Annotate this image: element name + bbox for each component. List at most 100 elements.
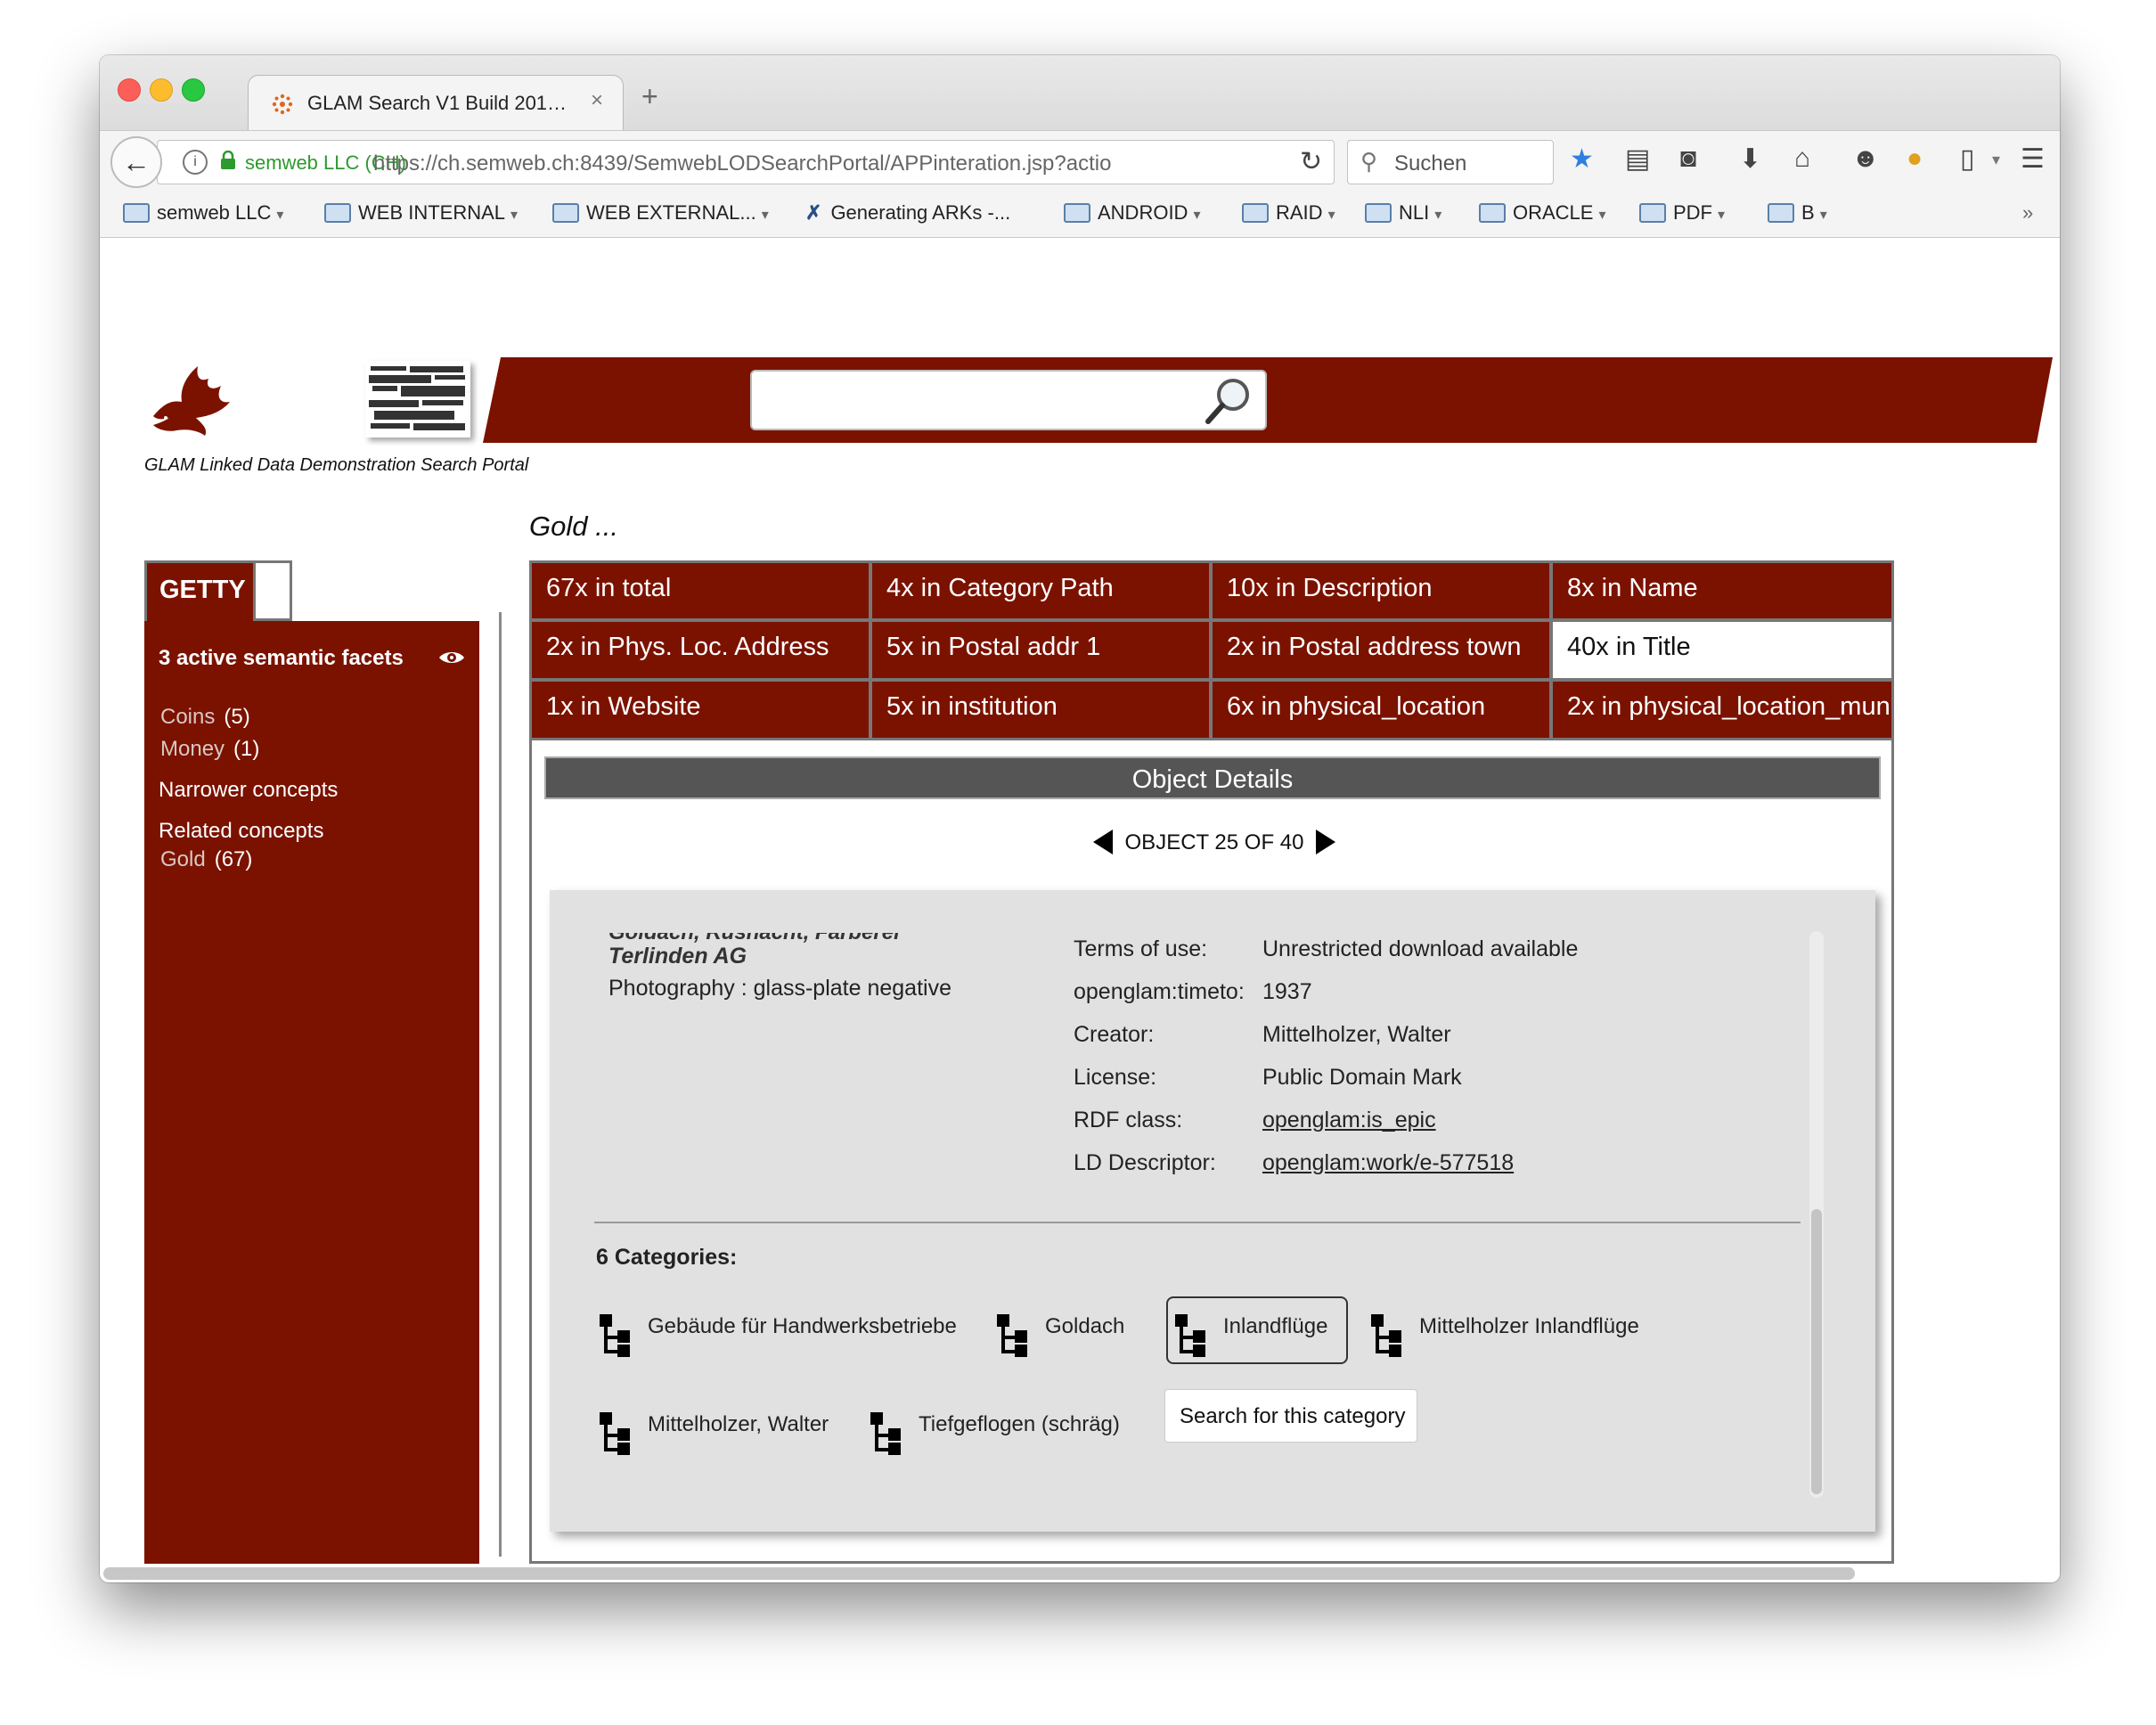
eye-icon[interactable] (438, 650, 465, 666)
tools-icon: ✗ (805, 201, 822, 224)
folder-icon (1365, 203, 1392, 223)
bookmark-folder[interactable]: semweb LLC ▾ (123, 201, 283, 225)
info-icon[interactable]: i (183, 150, 208, 175)
magnifier-icon[interactable] (1203, 375, 1254, 425)
object-title: Terlinden AG (608, 944, 747, 969)
prop-value: Unrestricted download available (1262, 936, 1579, 961)
hierarchy-icon (600, 1412, 630, 1455)
related-gold[interactable]: Gold (67) (160, 847, 252, 872)
bookmark-folder[interactable]: RAID ▾ (1242, 201, 1335, 225)
hit-physical-location[interactable]: 6x in physical_location (1213, 682, 1549, 738)
word-cloud-logo[interactable] (365, 361, 470, 437)
bookmark-link[interactable]: ✗ Generating ARKs -... (805, 201, 1010, 225)
browser-search-bar[interactable]: ⚲ Suchen (1347, 140, 1554, 184)
close-window-button[interactable] (118, 78, 141, 102)
category-item[interactable]: Mittelholzer, Walter (600, 1412, 867, 1457)
hit-total[interactable]: 67x in total (532, 563, 869, 618)
overflow-chevron-icon[interactable]: ▾ (1992, 151, 2000, 169)
hit-name[interactable]: 8x in Name (1553, 563, 1891, 618)
back-button[interactable]: ← (110, 136, 162, 188)
hit-website[interactable]: 1x in Website (532, 682, 869, 738)
tab-close-icon[interactable]: × (591, 88, 603, 113)
hit-physical-location-munic[interactable]: 2x in physical_location_munic (1553, 682, 1891, 738)
hierarchy-icon (600, 1314, 630, 1357)
bookmark-folder[interactable]: PDF ▾ (1639, 201, 1725, 225)
category-item[interactable]: Goldach (997, 1314, 1157, 1359)
facet-money[interactable]: Money (1) (160, 737, 259, 762)
pager-label: OBJECT 25 OF 40 (1124, 830, 1304, 854)
object-card: Goldach, Rushacht, Färberei Terlinden AG… (550, 890, 1875, 1532)
prop-key: License: (1074, 1065, 1157, 1090)
main-search-input[interactable] (750, 370, 1267, 430)
hit-count-grid: 67x in total 4x in Category Path 10x in … (529, 560, 1894, 740)
vertical-scrollbar-thumb[interactable] (1811, 1209, 1822, 1494)
tab-title: GLAM Search V1 Build 201… (307, 92, 568, 114)
hit-postal-town[interactable]: 2x in Postal address town (1213, 622, 1549, 678)
prop-value: 1937 (1262, 979, 1312, 1004)
column-divider (499, 612, 502, 1557)
category-item[interactable]: Mittelholzer Inlandflüge (1371, 1314, 1692, 1359)
minimize-window-button[interactable] (150, 78, 173, 102)
prop-key: LD Descriptor: (1074, 1150, 1216, 1175)
folder-icon (1479, 203, 1506, 223)
search-placeholder: Suchen (1394, 151, 1467, 176)
folder-icon (1242, 203, 1269, 223)
related-concepts-heading: Related concepts (159, 819, 324, 843)
hamburger-menu-icon[interactable]: ☰ (2021, 143, 2045, 175)
new-tab-button[interactable]: + (641, 80, 658, 113)
bookmarks-bar: semweb LLC ▾ WEB INTERNAL ▾ WEB EXTERNAL..… (100, 191, 2060, 238)
prop-key: Terms of use: (1074, 936, 1208, 961)
clipboard-icon[interactable]: ▯ (1960, 143, 1975, 175)
facet-coins[interactable]: Coins (5) (160, 705, 250, 730)
getty-tab[interactable]: GETTY (144, 560, 292, 621)
browser-tab[interactable]: GLAM Search V1 Build 201… × (248, 75, 624, 133)
portal-title: GLAM Linked Data Demonstration Search Po… (144, 455, 529, 475)
bookmark-folder[interactable]: ANDROID ▾ (1064, 201, 1200, 225)
hit-phys-loc-address[interactable]: 2x in Phys. Loc. Address (532, 622, 869, 678)
pocket-icon[interactable]: ◙ (1680, 143, 1696, 174)
hierarchy-icon (1175, 1314, 1205, 1357)
horizontal-scrollbar[interactable] (103, 1567, 1855, 1580)
lock-icon (221, 151, 235, 169)
color-extension-icon[interactable]: ● (1907, 143, 1923, 174)
object-details-header: Object Details (544, 756, 1881, 799)
bookmark-folder[interactable]: B ▾ (1768, 201, 1827, 225)
next-object-icon[interactable] (1316, 830, 1336, 854)
category-item[interactable]: Inlandflüge (1175, 1314, 1344, 1359)
zoom-window-button[interactable] (182, 78, 205, 102)
chat-icon[interactable]: ☻ (1851, 143, 1880, 174)
hierarchy-icon (1371, 1314, 1401, 1357)
header-banner (483, 357, 2053, 443)
hierarchy-icon (870, 1412, 901, 1455)
prop-value: Public Domain Mark (1262, 1065, 1462, 1090)
prev-object-icon[interactable] (1092, 830, 1113, 854)
ld-descriptor-link[interactable]: openglam:work/e-577518 (1262, 1150, 1514, 1176)
rdf-class-link[interactable]: openglam:is_epic (1262, 1108, 1436, 1133)
bookmark-folder[interactable]: NLI ▾ (1365, 201, 1441, 225)
reload-icon[interactable]: ↻ (1300, 146, 1322, 177)
object-details-title: Object Details (1131, 765, 1294, 794)
reading-list-icon[interactable]: ▤ (1625, 143, 1650, 175)
bookmark-folder[interactable]: ORACLE ▾ (1479, 201, 1606, 225)
bookmark-folder[interactable]: WEB INTERNAL ▾ (324, 201, 518, 225)
url-text[interactable]: https://ch.semweb.ch:8439/SemwebLODSearc… (373, 151, 1139, 176)
category-item[interactable]: Gebäude für Handwerksbetriebe (600, 1314, 974, 1359)
eagle-logo[interactable] (146, 354, 235, 443)
bookmarks-overflow-icon[interactable]: » (2022, 201, 2033, 225)
home-icon[interactable]: ⌂ (1794, 143, 1810, 174)
url-bar[interactable]: i semweb LLC (CH) https://ch.semweb.ch:8… (157, 140, 1335, 184)
bookmark-star-icon[interactable]: ★ (1570, 143, 1594, 175)
download-icon[interactable]: ⬇ (1739, 143, 1761, 175)
folder-icon (324, 203, 351, 223)
category-item[interactable]: Tiefgeflogen (schräg) (870, 1412, 1138, 1457)
hit-institution[interactable]: 5x in institution (872, 682, 1209, 738)
categories-heading: 6 Categories: (596, 1245, 738, 1270)
bookmark-folder[interactable]: WEB EXTERNAL... ▾ (552, 201, 769, 225)
hit-description[interactable]: 10x in Description (1213, 563, 1549, 618)
hit-title[interactable]: 40x in Title (1553, 622, 1891, 678)
hit-postal-addr[interactable]: 5x in Postal addr 1 (872, 622, 1209, 678)
hit-category-path[interactable]: 4x in Category Path (872, 563, 1209, 618)
browser-window: GLAM Search V1 Build 201… × + i semweb L… (100, 55, 2060, 1582)
prop-key: RDF class: (1074, 1108, 1183, 1132)
object-type: Photography : glass-plate negative (608, 976, 951, 1001)
